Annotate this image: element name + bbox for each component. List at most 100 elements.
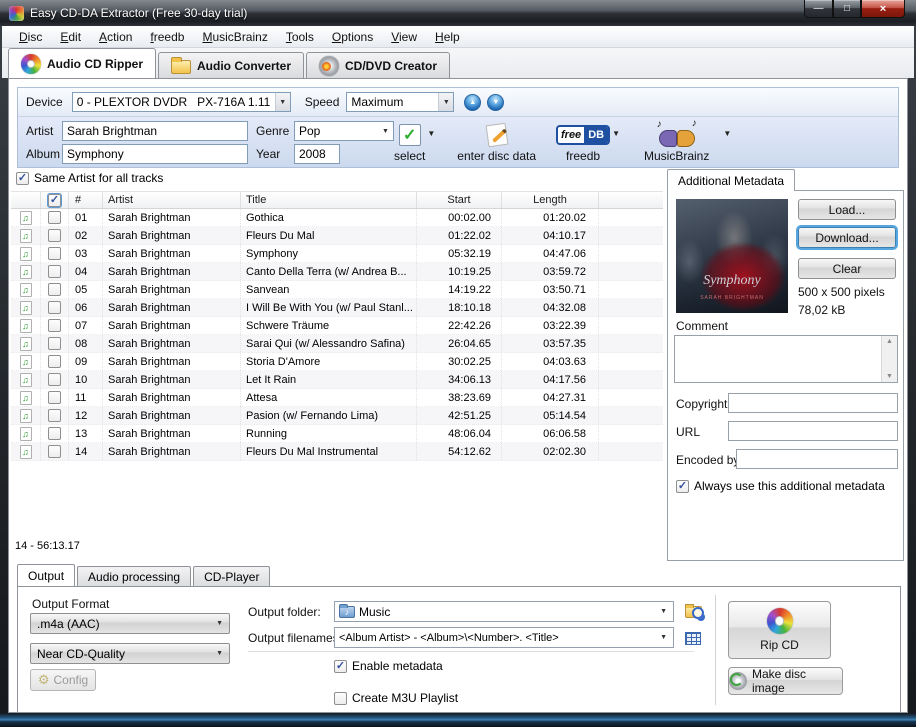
same-artist-label: Same Artist for all tracks <box>34 171 164 185</box>
url-field[interactable] <box>728 421 898 441</box>
track-checkbox[interactable] <box>48 337 61 350</box>
select-all-checkbox[interactable] <box>47 192 62 208</box>
encoded-by-field[interactable] <box>736 449 898 469</box>
track-row[interactable]: 13 Sarah Brightman Running 48:06.04 06:0… <box>11 425 663 443</box>
tab-cd-player[interactable]: CD-Player <box>193 566 271 586</box>
track-row[interactable]: 07 Sarah Brightman Schwere Träume 22:42.… <box>11 317 663 335</box>
same-artist-checkbox[interactable] <box>16 171 29 185</box>
dropdown-arrow-icon[interactable]: ▼ <box>612 129 620 138</box>
menu-disc[interactable]: Disc <box>10 27 51 47</box>
select-button[interactable]: select ▼ <box>394 121 435 163</box>
maximize-button[interactable]: □ <box>833 0 861 18</box>
track-checkbox[interactable] <box>48 319 61 332</box>
freedb-button[interactable]: free DB freedb ▼ <box>556 121 620 163</box>
track-checkbox[interactable] <box>48 211 61 224</box>
menu-action[interactable]: Action <box>90 27 141 47</box>
column-title[interactable]: Title <box>241 192 417 208</box>
app-window: Easy CD-DA Extractor (Free 30-day trial)… <box>0 0 916 727</box>
speed-select[interactable]: Maximum <box>346 92 455 112</box>
dropdown-arrow-icon[interactable] <box>378 122 393 140</box>
config-button[interactable]: ⚙ Config <box>30 669 96 691</box>
enter-disc-data-button[interactable]: enter disc data <box>457 121 536 163</box>
track-row[interactable]: 12 Sarah Brightman Pasion (w/ Fernando L… <box>11 407 663 425</box>
menu-tools[interactable]: Tools <box>277 27 323 47</box>
column-number[interactable]: # <box>69 192 103 208</box>
close-button[interactable]: × <box>861 0 905 18</box>
track-row[interactable]: 14 Sarah Brightman Fleurs Du Mal Instrum… <box>11 443 663 461</box>
menu-view[interactable]: View <box>382 27 426 47</box>
output-folder-select[interactable]: Music <box>334 601 674 622</box>
track-checkbox[interactable] <box>48 391 61 404</box>
dropdown-arrow-icon[interactable]: ▼ <box>427 129 435 138</box>
always-use-checkbox[interactable] <box>676 479 689 493</box>
output-filenames-select[interactable]: <Album Artist> - <Album>\<Number>. <Titl… <box>334 627 674 648</box>
browse-folder-button[interactable] <box>682 601 704 623</box>
track-checkbox[interactable] <box>48 283 61 296</box>
album-field[interactable] <box>62 144 248 164</box>
clear-button[interactable]: Clear <box>798 258 896 279</box>
enable-metadata-checkbox[interactable] <box>334 659 347 673</box>
menu-musicbrainz[interactable]: MusicBrainz <box>193 27 276 47</box>
tab-audio-cd-ripper[interactable]: Audio CD Ripper <box>8 48 156 78</box>
comment-scrollbar[interactable]: ▲ ▼ <box>881 336 897 382</box>
column-artist[interactable]: Artist <box>103 192 241 208</box>
tab-audio-converter[interactable]: Audio Converter <box>158 52 305 78</box>
load-down-button[interactable]: ▼ <box>487 93 505 111</box>
additional-metadata-tab[interactable]: Additional Metadata <box>667 169 796 191</box>
column-start[interactable]: Start <box>417 192 502 208</box>
track-checkbox[interactable] <box>48 373 61 386</box>
track-row[interactable]: 03 Sarah Brightman Symphony 05:32.19 04:… <box>11 245 663 263</box>
track-artist: Sarah Brightman <box>103 407 241 424</box>
dropdown-arrow-icon[interactable] <box>438 93 454 111</box>
tab-cd-dvd-creator[interactable]: CD/DVD Creator <box>306 52 451 78</box>
genre-select[interactable]: Pop <box>294 121 394 141</box>
copyright-field[interactable] <box>728 393 898 413</box>
download-button[interactable]: Download... <box>798 227 896 248</box>
disc-info: Artist Album Genre Pop Year select <box>18 117 898 167</box>
track-artist: Sarah Brightman <box>103 227 241 244</box>
dropdown-arrow-icon[interactable]: ▼ <box>723 129 731 138</box>
musicbrainz-button[interactable]: ♪ ♪ MusicBrainz ▼ <box>644 118 731 163</box>
menu-help[interactable]: Help <box>426 27 469 47</box>
track-row[interactable]: 05 Sarah Brightman Sanvean 14:19.22 03:5… <box>11 281 663 299</box>
track-artist: Sarah Brightman <box>103 389 241 406</box>
comment-field[interactable]: ▲ ▼ <box>674 335 898 383</box>
menu-options[interactable]: Options <box>323 27 382 47</box>
dropdown-arrow-icon[interactable] <box>274 93 290 111</box>
tab-audio-processing[interactable]: Audio processing <box>77 566 192 586</box>
track-checkbox[interactable] <box>48 355 61 368</box>
menu-freedb[interactable]: freedb <box>141 27 193 47</box>
create-m3u-checkbox[interactable] <box>334 691 347 705</box>
track-row[interactable]: 01 Sarah Brightman Gothica 00:02.00 01:2… <box>11 209 663 227</box>
artist-field[interactable] <box>62 121 248 141</box>
year-field[interactable] <box>294 144 340 164</box>
track-row[interactable]: 06 Sarah Brightman I Will Be With You (w… <box>11 299 663 317</box>
track-checkbox[interactable] <box>48 247 61 260</box>
track-row[interactable]: 09 Sarah Brightman Storia D'Amore 30:02.… <box>11 353 663 371</box>
track-checkbox[interactable] <box>48 229 61 242</box>
minimize-button[interactable]: — <box>804 0 833 18</box>
tab-output[interactable]: Output <box>17 564 76 586</box>
track-checkbox[interactable] <box>48 427 61 440</box>
column-length[interactable]: Length <box>502 192 599 208</box>
track-number: 07 <box>69 317 103 334</box>
track-row[interactable]: 08 Sarah Brightman Sarai Qui (w/ Alessan… <box>11 335 663 353</box>
track-row[interactable]: 04 Sarah Brightman Canto Della Terra (w/… <box>11 263 663 281</box>
device-select[interactable]: 0 - PLEXTOR DVDR PX-716A 1.11 <box>71 92 291 112</box>
track-checkbox[interactable] <box>48 301 61 314</box>
track-note-icon <box>19 300 32 315</box>
track-row[interactable]: 10 Sarah Brightman Let It Rain 34:06.13 … <box>11 371 663 389</box>
track-checkbox[interactable] <box>48 265 61 278</box>
load-button[interactable]: Load... <box>798 199 896 220</box>
track-row[interactable]: 11 Sarah Brightman Attesa 38:23.69 04:27… <box>11 389 663 407</box>
quality-select[interactable]: Near CD-Quality <box>30 643 230 664</box>
rip-cd-button[interactable]: Rip CD <box>728 601 831 659</box>
eject-up-button[interactable]: ▲ <box>464 93 482 111</box>
track-row[interactable]: 02 Sarah Brightman Fleurs Du Mal 01:22.0… <box>11 227 663 245</box>
format-select[interactable]: .m4a (AAC) <box>30 613 230 634</box>
filename-pattern-button[interactable] <box>682 627 704 649</box>
make-disc-image-button[interactable]: Make disc image <box>728 667 843 695</box>
menu-edit[interactable]: Edit <box>51 27 90 47</box>
track-checkbox[interactable] <box>48 445 61 458</box>
track-checkbox[interactable] <box>48 409 61 422</box>
